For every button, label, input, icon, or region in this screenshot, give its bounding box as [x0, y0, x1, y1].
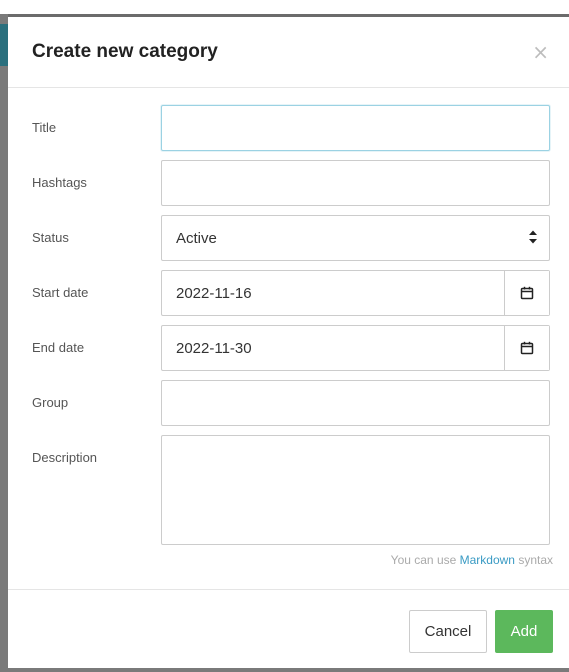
status-label: Status [32, 230, 69, 245]
background-accent [0, 24, 8, 66]
hashtags-row: Hashtags [32, 160, 553, 206]
add-button[interactable]: Add [495, 609, 553, 653]
end-date-field: 2022-11-30 [161, 325, 550, 371]
title-row: Title [32, 105, 553, 151]
status-row: Status Active [32, 215, 553, 261]
end-date-picker-button[interactable] [504, 326, 549, 370]
end-date-row: End date 2022-11-30 [32, 325, 553, 371]
cancel-button[interactable]: Cancel [409, 609, 487, 653]
dialog-body: Title Hashtags Status Active Start date … [8, 88, 569, 567]
status-select[interactable]: Active [161, 215, 550, 261]
markdown-hint: You can use Markdown syntax [32, 553, 553, 567]
create-category-dialog: Create new category × Title Hashtags Sta… [8, 14, 569, 668]
start-date-row: Start date 2022-11-16 [32, 270, 553, 316]
dialog-header: Create new category × [8, 17, 569, 88]
end-date-input[interactable]: 2022-11-30 [162, 326, 504, 370]
dialog-title: Create new category [32, 41, 218, 62]
description-label: Description [32, 450, 98, 465]
group-input[interactable] [161, 380, 550, 426]
group-row: Group [32, 380, 553, 426]
title-input[interactable] [161, 105, 550, 151]
close-button[interactable]: × [528, 40, 553, 64]
hint-suffix: syntax [514, 553, 553, 567]
select-arrows-icon [529, 230, 537, 244]
description-textarea[interactable] [161, 435, 550, 545]
start-date-label: Start date [32, 285, 89, 300]
group-label: Group [32, 395, 69, 410]
background-strip [0, 0, 569, 14]
title-label: Title [32, 120, 57, 135]
hint-prefix: You can use [390, 553, 460, 567]
dialog-footer: Cancel Add [8, 589, 569, 672]
close-icon: × [532, 40, 549, 64]
markdown-link[interactable]: Markdown [460, 553, 515, 567]
start-date-picker-button[interactable] [504, 271, 549, 315]
description-row: Description [32, 435, 553, 545]
start-date-field: 2022-11-16 [161, 270, 550, 316]
calendar-icon [520, 341, 534, 355]
hashtags-input[interactable] [161, 160, 550, 206]
hashtags-label: Hashtags [32, 175, 87, 190]
end-date-label: End date [32, 340, 85, 355]
start-date-input[interactable]: 2022-11-16 [162, 271, 504, 315]
calendar-icon [520, 286, 534, 300]
status-select-value: Active [161, 215, 550, 261]
